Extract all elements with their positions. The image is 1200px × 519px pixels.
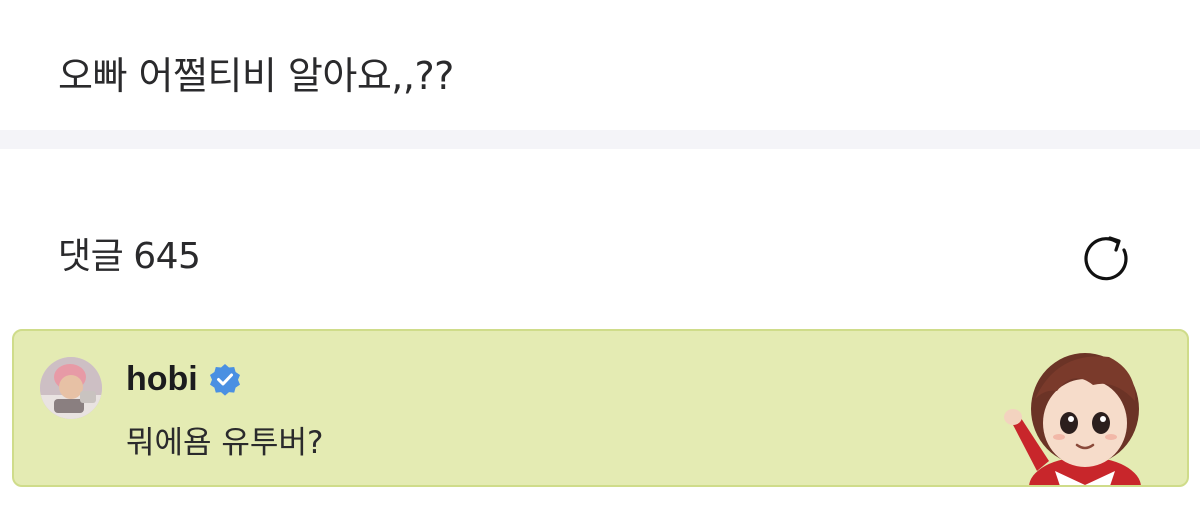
character-sticker: [1004, 353, 1141, 485]
comments-count: 645: [133, 236, 201, 277]
comment-author-row: hobi: [126, 357, 242, 401]
comments-header: 댓글 645: [58, 233, 201, 281]
comment-text: 뭐에욤 유투버?: [126, 425, 324, 461]
comments-label: 댓글: [58, 236, 124, 277]
refresh-button[interactable]: [1076, 230, 1136, 286]
post-text: 오빠 어쩔티비 알아요,,??: [58, 54, 454, 98]
avatar[interactable]: [40, 357, 102, 419]
refresh-icon: [1084, 236, 1128, 281]
section-divider: [0, 130, 1200, 149]
comment-author-name[interactable]: hobi: [126, 360, 198, 399]
verified-badge-icon: [209, 364, 240, 396]
pinned-comment[interactable]: hobi 뭐에욤 유투버?: [12, 329, 1189, 487]
